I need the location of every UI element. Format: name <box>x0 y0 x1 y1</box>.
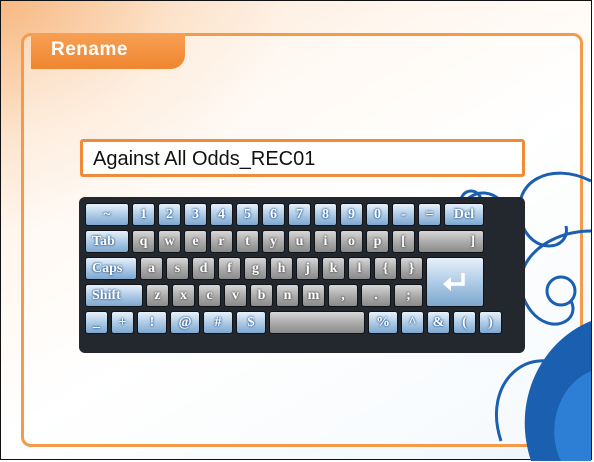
key-t[interactable]: t <box>236 230 259 253</box>
key-period[interactable]: . <box>361 284 391 307</box>
key-y[interactable]: y <box>262 230 285 253</box>
key-5[interactable]: 5 <box>236 203 259 226</box>
key-i[interactable]: i <box>314 230 337 253</box>
key-tilde[interactable]: ~ <box>85 203 129 226</box>
key-n[interactable]: n <box>276 284 299 307</box>
key-r[interactable]: r <box>210 230 233 253</box>
key-o[interactable]: o <box>340 230 363 253</box>
key-m[interactable]: m <box>302 284 325 307</box>
key-2[interactable]: 2 <box>158 203 181 226</box>
key-open-bracket[interactable]: [ <box>392 230 415 253</box>
key-close-brace[interactable]: } <box>400 257 423 280</box>
key-a[interactable]: a <box>140 257 163 280</box>
key-exclamation[interactable]: ! <box>137 311 167 334</box>
key-v[interactable]: v <box>224 284 247 307</box>
key-6[interactable]: 6 <box>262 203 285 226</box>
key-percent[interactable]: % <box>368 311 398 334</box>
key-w[interactable]: w <box>158 230 181 253</box>
key-del[interactable]: Del <box>444 203 484 226</box>
key-7[interactable]: 7 <box>288 203 311 226</box>
key-shift[interactable]: Shift <box>85 284 143 307</box>
key-caret[interactable]: ^ <box>401 311 424 334</box>
key-0[interactable]: 0 <box>366 203 389 226</box>
key-dollar[interactable]: $ <box>236 311 266 334</box>
key-space[interactable] <box>269 311 365 334</box>
key-9[interactable]: 9 <box>340 203 363 226</box>
key-f[interactable]: f <box>218 257 241 280</box>
key-4[interactable]: 4 <box>210 203 233 226</box>
key-tab[interactable]: Tab <box>85 230 129 253</box>
key-h[interactable]: h <box>270 257 293 280</box>
onscreen-keyboard: ~ 1 2 3 4 5 6 7 8 9 0 - = Del Tab q w e … <box>79 197 525 353</box>
key-equals[interactable]: = <box>418 203 441 226</box>
key-s[interactable]: s <box>166 257 189 280</box>
key-e[interactable]: e <box>184 230 207 253</box>
key-p[interactable]: p <box>366 230 389 253</box>
key-open-paren[interactable]: ( <box>453 311 476 334</box>
key-1[interactable]: 1 <box>132 203 155 226</box>
key-q[interactable]: q <box>132 230 155 253</box>
key-close-paren[interactable]: ) <box>479 311 502 334</box>
dialog-title: Rename <box>31 33 185 69</box>
key-plus[interactable]: + <box>111 311 134 334</box>
key-u[interactable]: u <box>288 230 311 253</box>
screen: Rename Against All Odds_REC01 ~ 1 2 3 4 … <box>0 0 592 461</box>
key-comma[interactable]: , <box>328 284 358 307</box>
key-at[interactable]: @ <box>170 311 200 334</box>
enter-arrow-icon <box>443 273 465 291</box>
key-caps[interactable]: Caps <box>85 257 137 280</box>
key-j[interactable]: j <box>296 257 319 280</box>
key-d[interactable]: d <box>192 257 215 280</box>
key-semicolon[interactable]: ; <box>394 284 423 307</box>
key-open-brace[interactable]: { <box>374 257 397 280</box>
key-x[interactable]: x <box>172 284 195 307</box>
key-8[interactable]: 8 <box>314 203 337 226</box>
key-g[interactable]: g <box>244 257 267 280</box>
filename-input[interactable]: Against All Odds_REC01 <box>80 139 525 177</box>
key-ampersand[interactable]: & <box>427 311 450 334</box>
key-hash[interactable]: # <box>203 311 233 334</box>
key-l[interactable]: l <box>348 257 371 280</box>
enter-key[interactable] <box>426 257 484 307</box>
key-z[interactable]: z <box>146 284 169 307</box>
key-3[interactable]: 3 <box>184 203 207 226</box>
key-minus[interactable]: - <box>392 203 415 226</box>
key-underscore[interactable]: _ <box>85 311 108 334</box>
key-close-bracket[interactable]: ] <box>418 230 484 253</box>
key-k[interactable]: k <box>322 257 345 280</box>
key-b[interactable]: b <box>250 284 273 307</box>
key-c[interactable]: c <box>198 284 221 307</box>
